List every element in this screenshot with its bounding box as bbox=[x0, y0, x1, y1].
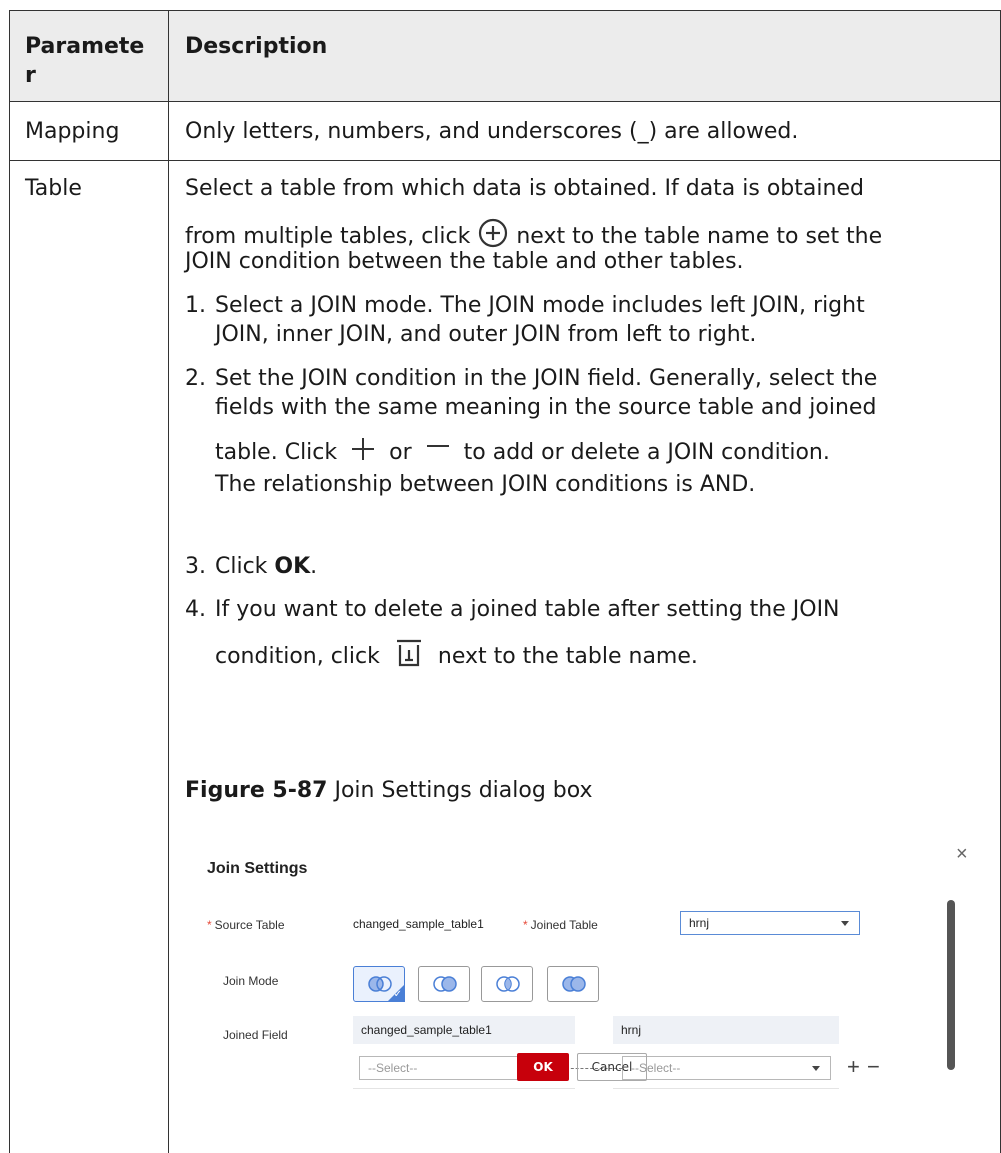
header-parameter: Paramete r bbox=[25, 34, 145, 88]
outer-join-icon bbox=[562, 976, 586, 992]
row-mapping-desc: Only letters, numbers, and underscores (… bbox=[185, 119, 799, 144]
step-1: 1. Select a JOIN mode. The JOIN mode inc… bbox=[185, 293, 865, 347]
field-right-header: hrnj bbox=[613, 1016, 839, 1044]
source-table-value: changed_sample_table1 bbox=[353, 917, 484, 931]
table-desc-line3: JOIN condition between the table and oth… bbox=[185, 249, 744, 274]
plus-icon bbox=[350, 436, 376, 470]
right-field-select[interactable]: --Select-- bbox=[622, 1056, 831, 1080]
joined-field-label: Joined Field bbox=[223, 1028, 288, 1042]
delete-condition-icon[interactable]: − bbox=[867, 1056, 880, 1078]
cancel-button[interactable]: Cancel bbox=[577, 1053, 647, 1081]
check-icon: ✓ bbox=[393, 989, 402, 1000]
right-join-icon bbox=[433, 976, 457, 992]
field-divider bbox=[613, 1088, 839, 1089]
table-header-background bbox=[9, 10, 1000, 101]
row-table-param: Table bbox=[25, 176, 82, 201]
figure-caption: Figure 5-87 Join Settings dialog box bbox=[185, 778, 593, 803]
joined-table-label: * Joined Table bbox=[523, 918, 598, 932]
right-join-button[interactable] bbox=[418, 966, 470, 1002]
ok-button[interactable]: OK bbox=[517, 1053, 569, 1081]
outer-join-button[interactable] bbox=[547, 966, 599, 1002]
trash-icon bbox=[395, 638, 423, 676]
minus-icon bbox=[425, 436, 451, 470]
row-mapping-param: Mapping bbox=[25, 119, 120, 144]
inner-join-icon bbox=[496, 976, 520, 992]
table-desc-line1: Select a table from which data is obtain… bbox=[185, 176, 864, 201]
table-column-divider bbox=[168, 10, 169, 1153]
table-header-border bbox=[9, 101, 1001, 102]
inner-join-button[interactable] bbox=[481, 966, 533, 1002]
close-icon[interactable]: × bbox=[956, 844, 968, 864]
table-row-border bbox=[9, 160, 1001, 161]
field-left-header: changed_sample_table1 bbox=[353, 1016, 575, 1044]
source-table-label: * Source Table bbox=[207, 918, 285, 932]
step-3: 3. Click OK. bbox=[185, 554, 318, 579]
scrollbar[interactable] bbox=[947, 900, 955, 1070]
step-4: 4. If you want to delete a joined table … bbox=[185, 595, 985, 669]
join-mode-label: Join Mode bbox=[223, 974, 279, 988]
step-2: 2. Set the JOIN condition in the JOIN fi… bbox=[185, 366, 878, 497]
joined-table-select[interactable]: hrnj bbox=[680, 911, 860, 935]
left-join-button[interactable]: ✓ bbox=[353, 966, 405, 1002]
add-condition-icon[interactable]: + bbox=[847, 1056, 860, 1078]
table-left-border bbox=[9, 10, 10, 1153]
caret-down-icon bbox=[841, 921, 849, 926]
dialog-title: Join Settings bbox=[207, 860, 308, 877]
caret-down-icon bbox=[812, 1066, 820, 1071]
field-divider bbox=[353, 1088, 575, 1089]
table-top-border bbox=[9, 10, 1001, 11]
header-description: Description bbox=[185, 34, 328, 59]
